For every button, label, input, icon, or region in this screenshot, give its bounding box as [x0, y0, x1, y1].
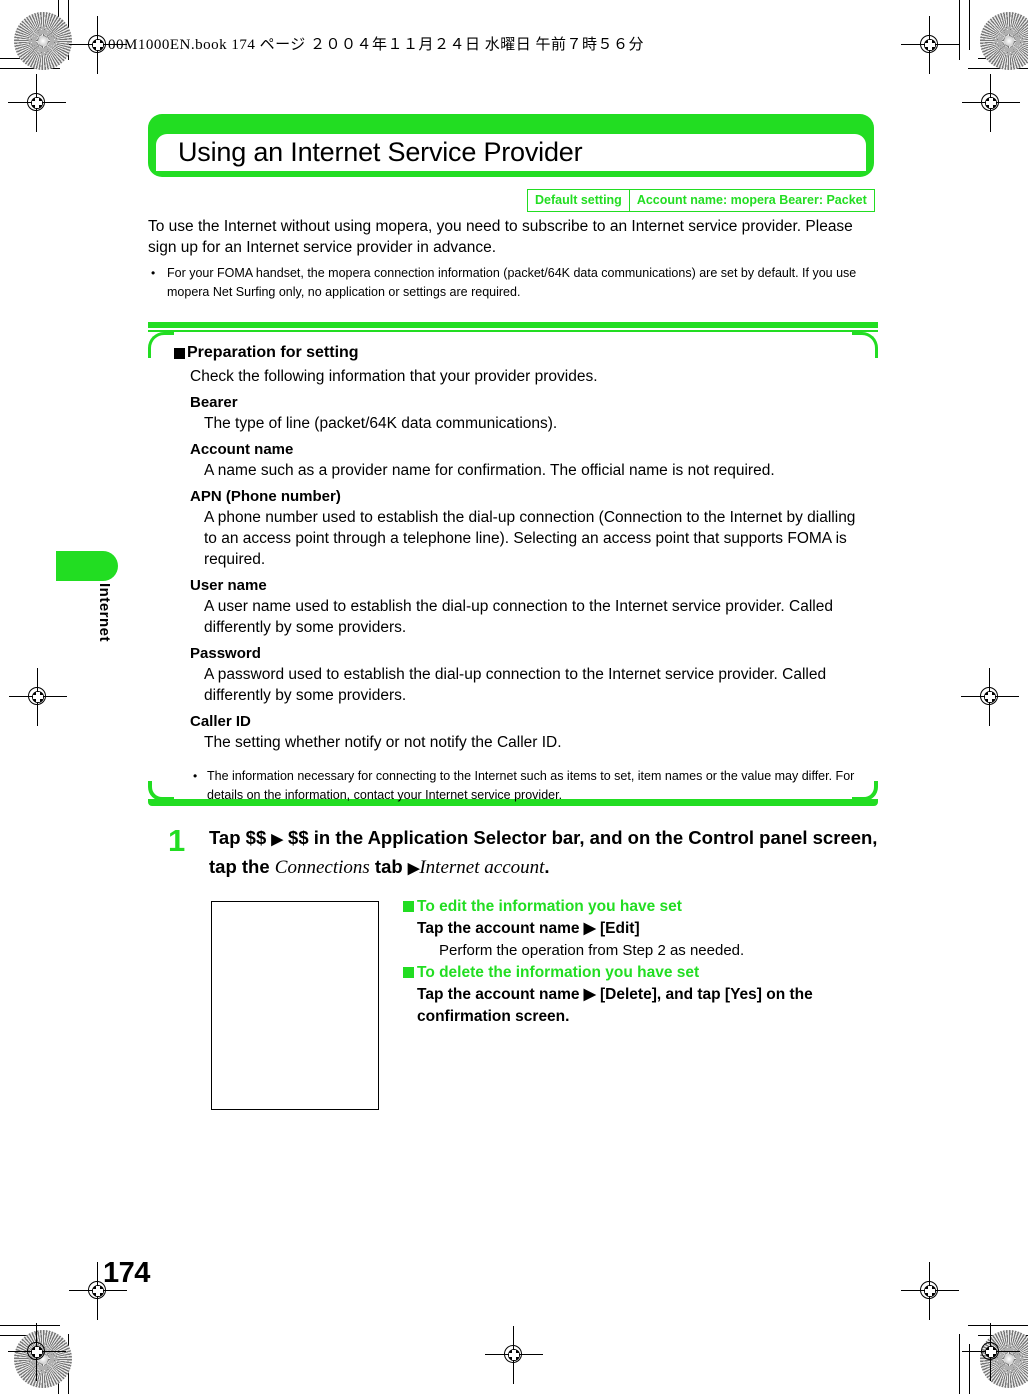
black-square-bullet-icon: [174, 347, 185, 359]
term-bearer: Bearer: [190, 394, 238, 411]
step-number: 1: [168, 823, 186, 858]
starburst-mark-top-right: [980, 12, 1028, 70]
preparation-heading: Preparation for setting: [174, 344, 864, 362]
green-square-bullet-icon-2: [403, 967, 414, 978]
intro-bullet-text: For your FOMA handset, the mopera connec…: [167, 266, 857, 299]
subsection-edit-heading-label: To edit the information you have set: [417, 898, 682, 915]
subsection-edit-heading: To edit the information you have set: [403, 896, 873, 918]
section-title-banner: Using an Internet Service Provider: [148, 114, 878, 177]
step-emphasis-connections: Connections: [274, 857, 370, 878]
preparation-corner-bottom-left: [148, 781, 174, 801]
preparation-lead: Check the following information that you…: [190, 368, 598, 385]
print-slug-line: 00M1000EN.book 174 ページ ２００４年１１月２４日 水曜日 午…: [108, 37, 645, 53]
registration-target-right-middle: [961, 668, 1019, 726]
term-account-name-definition: A name such as a provider name for confi…: [204, 462, 775, 479]
term-user-name: User name: [190, 577, 267, 594]
screenshot-placeholder: [211, 901, 379, 1110]
default-setting-table: Default setting Account name: mopera Bea…: [527, 189, 875, 212]
note-bullet-marker-icon: •: [193, 769, 198, 783]
subsection-delete-line: Tap the account name ▶ [Delete], and tap…: [417, 986, 813, 1025]
bullet-marker-icon: •: [151, 266, 156, 280]
page-title: Using an Internet Service Provider: [178, 137, 583, 167]
term-caller-id-definition: The setting whether notify or not notify…: [204, 734, 562, 751]
term-password: Password: [190, 645, 261, 662]
step-emphasis-internet-account: Internet account: [419, 857, 545, 878]
intro-paragraph: To use the Internet without using mopera…: [148, 218, 853, 256]
crop-mark-top-right-v: [959, 0, 960, 60]
intro-block: To use the Internet without using mopera…: [148, 216, 878, 302]
preparation-box: Preparation for setting Check the follow…: [148, 322, 878, 806]
starburst-mark-top-left: [14, 12, 72, 70]
registration-target-bottom-left-lower: [8, 1323, 66, 1381]
subsection-delete-heading-label: To delete the information you have set: [417, 964, 700, 981]
chapter-tab-label: Internet: [96, 583, 113, 643]
crop-mark-bottom-right-v: [959, 1334, 960, 1394]
subsection-edit-detail: Perform the operation from Step 2 as nee…: [439, 942, 745, 959]
preparation-note-row: • The information necessary for connecti…: [190, 767, 864, 805]
term-user-name-definition: A user name used to establish the dial-u…: [204, 598, 833, 636]
intro-bullet-row: • For your FOMA handset, the mopera conn…: [148, 264, 878, 302]
preparation-note-text: The information necessary for connecting…: [207, 769, 855, 802]
registration-target-bottom-right: [901, 1262, 959, 1320]
preparation-heading-label: Preparation for setting: [187, 344, 359, 361]
subsection-edit-line: Tap the account name ▶ [Edit]: [417, 920, 640, 937]
default-setting-header: Default setting: [535, 193, 622, 207]
crop-mark-top-right-v2: [969, 0, 970, 50]
term-apn: APN (Phone number): [190, 488, 341, 505]
subsection-delete-heading: To delete the information you have set: [403, 962, 873, 984]
preparation-top-line: [148, 330, 878, 332]
page-number: 174: [103, 1257, 150, 1289]
preparation-corner-top-left: [148, 332, 174, 358]
term-apn-definition: A phone number used to establish the dia…: [204, 509, 856, 568]
registration-target-top-left-lower: [8, 74, 66, 132]
green-square-bullet-icon: [403, 901, 414, 912]
term-password-definition: A password used to establish the dial-up…: [204, 666, 827, 704]
term-bearer-definition: The type of line (packet/64K data commun…: [204, 415, 558, 432]
arrow-right-icon: ▶: [271, 831, 283, 848]
subsections-block: To edit the information you have set Tap…: [403, 896, 873, 1028]
step-text-part3: tab: [369, 856, 408, 877]
preparation-top-bar: [148, 322, 878, 328]
crop-mark-bottom-right-h: [968, 1325, 1028, 1326]
default-setting-value: Account name: mopera Bearer: Packet: [628, 190, 874, 211]
term-caller-id: Caller ID: [190, 713, 251, 730]
crop-mark-bottom-left-h: [0, 1325, 60, 1326]
chapter-tab-marker: [56, 551, 118, 581]
term-account-name: Account name: [190, 441, 294, 458]
step-instruction: Tap $$ ▶ $$ in the Application Selector …: [209, 824, 878, 882]
registration-target-bottom-center: [485, 1326, 543, 1384]
registration-target-bottom-right-lower: [962, 1323, 1020, 1381]
registration-target-left-middle: [9, 668, 67, 726]
step-block: 1 Tap $$ ▶ $$ in the Application Selecto…: [168, 824, 878, 882]
step-text-part4: .: [544, 856, 550, 877]
step-text-part1: Tap $$: [209, 827, 272, 848]
preparation-content: Preparation for setting Check the follow…: [174, 344, 864, 805]
arrow-right-icon-2: ▶: [407, 860, 420, 877]
registration-target-top-right-lower: [962, 74, 1020, 132]
registration-target-top-right: [901, 16, 959, 74]
